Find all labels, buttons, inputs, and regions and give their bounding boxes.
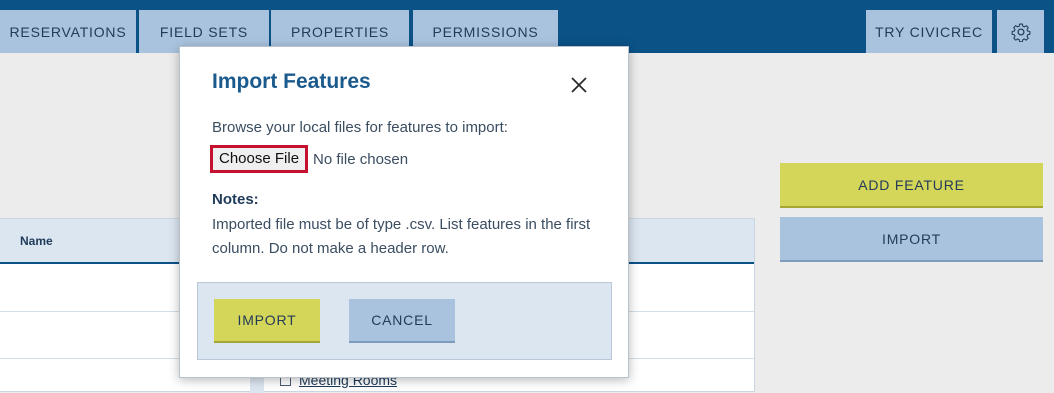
try-civicrec-button[interactable]: TRY CIVICREC <box>866 10 992 53</box>
column-header-name[interactable]: Name <box>20 234 53 248</box>
close-icon <box>571 77 587 93</box>
choose-file-button[interactable]: Choose File <box>210 145 309 173</box>
dialog-import-button[interactable]: IMPORT <box>214 299 320 343</box>
gear-icon <box>1011 23 1030 42</box>
file-status: No file chosen <box>313 150 409 168</box>
dialog-cancel-button[interactable]: CANCEL <box>349 299 455 343</box>
settings-button[interactable] <box>997 10 1044 53</box>
import-features-dialog: Import Features Browse your local files … <box>179 46 629 378</box>
notes-heading: Notes: <box>212 191 259 208</box>
dialog-title: Import Features <box>212 70 371 93</box>
dialog-footer: IMPORT CANCEL <box>197 282 612 360</box>
import-button[interactable]: IMPORT <box>780 217 1043 262</box>
file-input: Choose File No file chosen <box>210 145 408 173</box>
close-button[interactable] <box>568 74 590 96</box>
browse-instructions: Browse your local files for features to … <box>212 119 508 136</box>
notes-text: Imported file must be of type .csv. List… <box>212 216 591 257</box>
add-feature-button[interactable]: ADD FEATURE <box>780 163 1043 208</box>
tab-reservations[interactable]: RESERVATIONS <box>0 10 136 53</box>
